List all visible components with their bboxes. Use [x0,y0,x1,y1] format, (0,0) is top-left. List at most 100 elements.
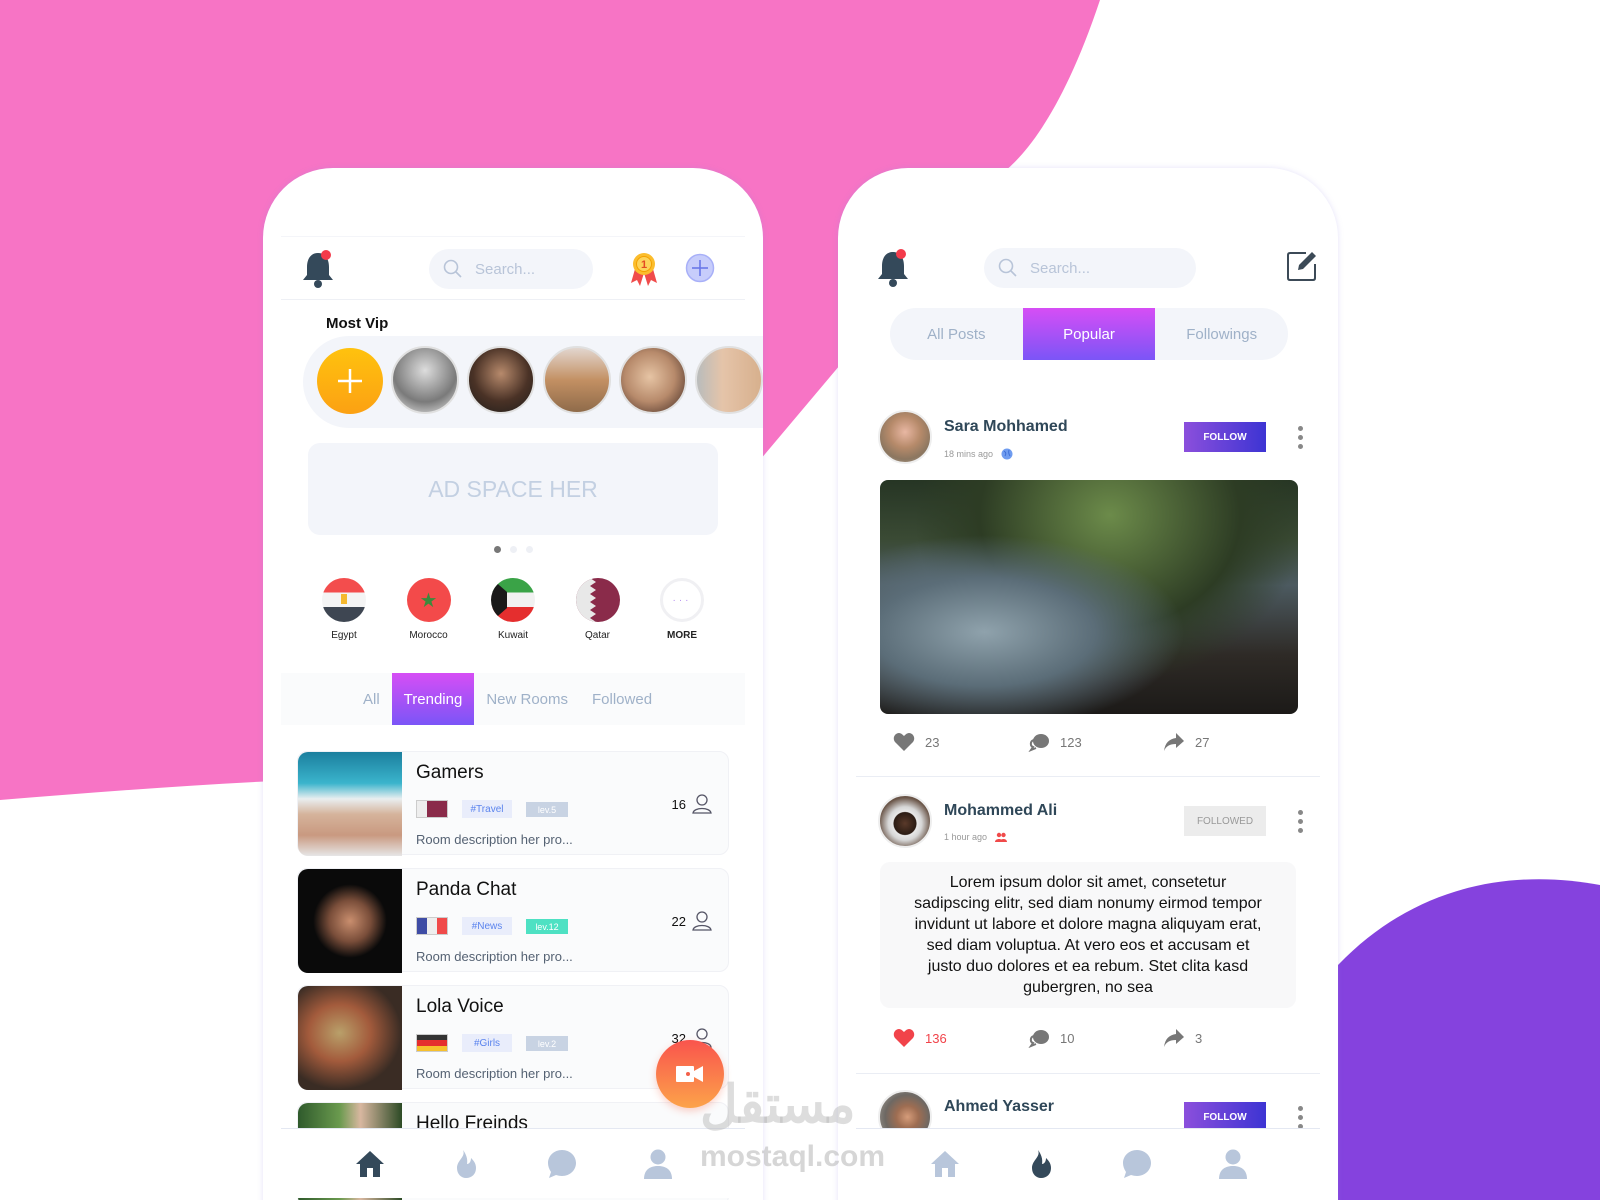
phone-rooms: Search... 1 Most Vip AD SPACE HER Egypt … [263,168,763,1200]
post-image[interactable] [880,480,1298,714]
room-tag[interactable]: #Travel [462,800,512,818]
tab-popular[interactable]: Popular [1022,308,1156,360]
share-button[interactable]: 27 [1163,732,1283,752]
kuwait-flag-icon [491,578,535,622]
more-icon: ··· [660,578,704,622]
tab-new-rooms[interactable]: New Rooms [474,673,580,725]
country-kuwait[interactable]: Kuwait [472,578,554,641]
comments-icon [1028,734,1049,752]
country-list: Egypt ★ Morocco Kuwait Qatar ··· MORE [303,578,723,641]
svg-text:1: 1 [641,259,647,271]
room-thumbnail [298,986,402,1090]
bottom-navigation [856,1128,1320,1198]
like-button[interactable]: 136 [893,1028,1013,1048]
share-icon [1164,733,1184,751]
avatar[interactable] [878,410,932,464]
home-icon[interactable] [929,1149,961,1179]
country-qatar[interactable]: Qatar [557,578,639,641]
post-author[interactable]: Mohammed Ali [944,802,1057,820]
share-button[interactable]: 3 [1163,1028,1283,1048]
more-options-icon[interactable] [1298,426,1304,449]
plus-icon [338,369,362,393]
country-egypt[interactable]: Egypt [303,578,385,641]
post-time: 1 hour ago [944,832,1008,842]
room-card[interactable]: Gamers #Travel lev.5 Room description he… [297,751,729,856]
ad-banner[interactable]: AD SPACE HER [308,443,718,535]
room-tabs: All Trending New Rooms Followed [281,673,745,725]
fire-icon[interactable] [1026,1148,1056,1180]
heart-icon [893,733,915,751]
search-input[interactable]: Search... [429,249,593,289]
tab-followed[interactable]: Followed [580,673,664,725]
page-dot[interactable] [509,546,517,553]
egypt-flag-icon [322,578,366,622]
post-divider [856,1073,1320,1074]
country-more[interactable]: ··· MORE [641,578,723,641]
comment-button[interactable]: 123 [1028,732,1148,752]
post-author[interactable]: Ahmed Yasser [944,1098,1054,1116]
comments-icon [1028,1030,1049,1048]
tab-followings[interactable]: Followings [1155,308,1288,360]
post-actions: 136 10 3 [893,1028,1283,1048]
room-description: Room description her pro... [416,832,573,847]
tab-trending[interactable]: Trending [391,673,475,725]
heart-icon [893,1029,915,1047]
follow-button[interactable]: FOLLOW [1184,422,1266,452]
bell-icon[interactable] [876,248,910,288]
home-icon[interactable] [354,1149,386,1179]
post-header: Mohammed Ali 1 hour ago FOLLOWED [878,794,1308,850]
country-morocco[interactable]: ★ Morocco [388,578,470,641]
search-input[interactable]: Search... [984,248,1196,288]
vip-carousel[interactable] [303,336,763,428]
room-tag[interactable]: #News [462,917,512,935]
more-options-icon[interactable] [1298,810,1304,833]
chat-icon[interactable] [546,1148,578,1180]
tab-all[interactable]: All [351,673,392,725]
user-outline-icon [692,911,712,931]
post-text: Lorem ipsum dolor sit amet, consetetur s… [880,862,1296,1008]
vip-avatar[interactable] [391,346,459,414]
chat-icon[interactable] [1121,1148,1153,1180]
vip-avatar[interactable] [543,346,611,414]
room-thumbnail [298,752,402,856]
room-tag[interactable]: #Girls [462,1034,512,1052]
search-placeholder: Search... [1030,259,1091,277]
add-vip-button[interactable] [317,348,383,414]
page-dot[interactable] [493,546,501,553]
room-card[interactable]: Panda Chat #News lev.12 Room description… [297,868,729,973]
page-dot[interactable] [525,546,533,553]
globe-icon [1001,448,1013,460]
france-flag-icon [416,917,448,935]
post-divider [856,776,1320,777]
room-level: lev.5 [526,802,568,817]
user-icon[interactable] [1218,1148,1248,1180]
vip-avatar[interactable] [467,346,535,414]
comment-button[interactable]: 10 [1028,1028,1148,1048]
medal-icon[interactable]: 1 [629,251,659,287]
watermark-arabic: مستقل [700,1076,856,1134]
edit-icon[interactable] [1286,250,1318,282]
vip-avatar[interactable] [619,346,687,414]
avatar[interactable] [878,794,932,848]
search-icon [443,259,462,278]
like-button[interactable]: 23 [893,732,1013,752]
plus-circle-icon[interactable] [685,253,715,283]
ad-pagination [263,546,763,553]
tab-all-posts[interactable]: All Posts [890,308,1023,360]
more-options-icon[interactable] [1298,1106,1304,1129]
bell-icon[interactable] [301,249,335,289]
followed-button[interactable]: FOLLOWED [1184,806,1266,836]
bottom-navigation [281,1128,745,1198]
morocco-flag-icon: ★ [406,578,451,622]
fire-icon[interactable] [451,1148,481,1180]
post-tabs: All Posts Popular Followings [890,308,1288,360]
search-icon [998,258,1017,277]
user-icon[interactable] [643,1148,673,1180]
phone-feed: Search... All Posts Popular Followings S… [838,168,1338,1200]
vip-avatar[interactable] [695,346,763,414]
room-member-count: 22 [672,911,712,931]
room-name: Lola Voice [416,996,504,1017]
room-level: lev.12 [526,919,568,934]
post-author[interactable]: Sara Mohhamed [944,418,1068,436]
post-actions: 23 123 27 [893,732,1283,752]
